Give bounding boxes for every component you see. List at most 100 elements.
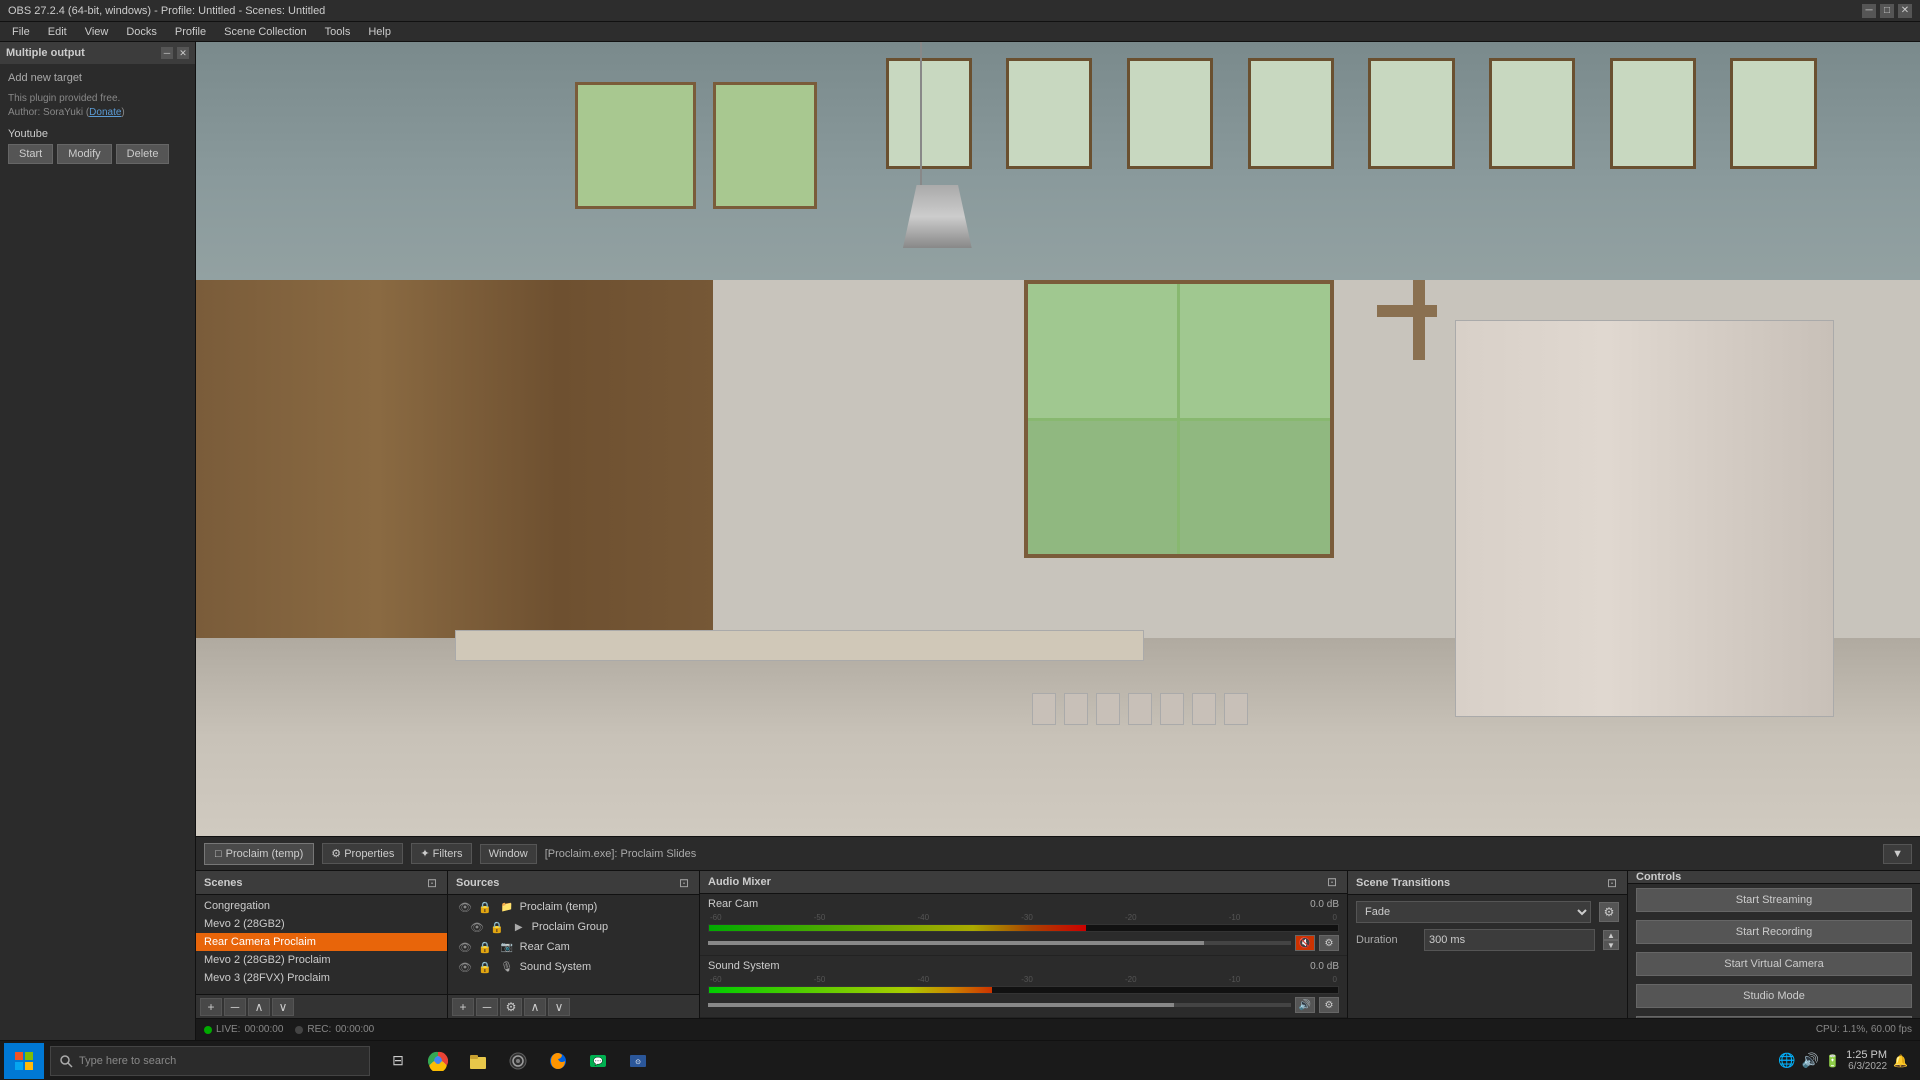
scene-up-button[interactable]: ∧: [248, 998, 270, 1016]
rec-time: 00:00:00: [335, 1024, 374, 1035]
file-explorer-button[interactable]: [460, 1043, 496, 1079]
scene-add-button[interactable]: +: [200, 998, 222, 1016]
start-streaming-button[interactable]: Start Streaming: [1636, 888, 1912, 912]
church-window-8: [1489, 58, 1575, 169]
youtube-delete-button[interactable]: Delete: [116, 144, 170, 164]
audio-track-name: Rear Cam: [708, 898, 758, 910]
pendant-light-1: [920, 42, 922, 185]
obs-button[interactable]: [500, 1043, 536, 1079]
studio-mode-button[interactable]: Studio Mode: [1636, 984, 1912, 1008]
start-virtual-camera-button[interactable]: Start Virtual Camera: [1636, 952, 1912, 976]
source-dropdown-button[interactable]: ▼: [1883, 844, 1912, 864]
audio-mute-button[interactable]: 🔊: [1295, 997, 1315, 1013]
source-down-button[interactable]: ∨: [548, 998, 570, 1016]
taskbar-time: 1:25 PM: [1846, 1049, 1887, 1061]
task-view-button[interactable]: ⊟: [380, 1043, 416, 1079]
scene-item[interactable]: Congregation: [196, 897, 447, 915]
menu-docks[interactable]: Docks: [118, 24, 165, 40]
start-button[interactable]: [4, 1043, 44, 1079]
youtube-modify-button[interactable]: Modify: [57, 144, 111, 164]
transition-gear-button[interactable]: ⚙: [1599, 902, 1619, 922]
menu-scene-collection[interactable]: Scene Collection: [216, 24, 315, 40]
properties-button[interactable]: ⚙ Properties: [322, 843, 403, 864]
plugin-close-button[interactable]: ✕: [177, 47, 189, 59]
source-settings-button[interactable]: ⚙: [500, 998, 522, 1016]
transition-duration-input[interactable]: [1424, 929, 1595, 951]
plugin-pin-button[interactable]: ─: [161, 47, 173, 59]
transitions-expand-button[interactable]: ⊡: [1605, 876, 1619, 890]
source-item[interactable]: 👁 🔒 📷 Rear Cam: [448, 937, 699, 957]
proclaim-temp-tab[interactable]: □ Proclaim (temp): [204, 843, 314, 865]
minimize-button[interactable]: ─: [1862, 4, 1876, 18]
transition-duration-down[interactable]: ▼: [1603, 940, 1619, 950]
volume-icon[interactable]: 🔊: [1802, 1052, 1819, 1069]
menu-file[interactable]: File: [4, 24, 38, 40]
audio-settings-button[interactable]: ⚙: [1319, 997, 1339, 1013]
transition-type-select[interactable]: Fade Cut Swipe Slide: [1356, 901, 1591, 923]
source-lock-button[interactable]: 🔒: [488, 921, 506, 934]
church-window-1: [575, 82, 696, 209]
plugin-title: Multiple output: [6, 47, 85, 59]
audio-track-sound-system: Sound System 0.0 dB -60-50-40-30-20-100 …: [700, 956, 1347, 1018]
svg-text:💬: 💬: [593, 1056, 603, 1066]
transition-duration-up[interactable]: ▲: [1603, 930, 1619, 940]
source-eye-button[interactable]: 👁: [468, 921, 486, 934]
restore-button[interactable]: □: [1880, 4, 1894, 18]
sources-expand-button[interactable]: ⊡: [677, 876, 691, 890]
system-app-button[interactable]: ⊙: [620, 1043, 656, 1079]
messages-button[interactable]: 💬: [580, 1043, 616, 1079]
menu-tools[interactable]: Tools: [317, 24, 359, 40]
source-add-button[interactable]: +: [452, 998, 474, 1016]
notification-area[interactable]: 🔔: [1893, 1054, 1908, 1068]
source-eye-button[interactable]: 👁: [456, 941, 474, 954]
center-area: □ Proclaim (temp) ⚙ Properties ✦ Filters…: [196, 42, 1920, 1040]
scene-item[interactable]: Mevo 3 (28FVX) Proclaim: [196, 969, 447, 987]
window-button[interactable]: Window: [480, 844, 537, 864]
group-icon: ▶: [512, 920, 526, 934]
source-lock-button[interactable]: 🔒: [476, 961, 494, 974]
youtube-label: Youtube: [8, 128, 187, 140]
source-lock-button[interactable]: 🔒: [476, 901, 494, 914]
preview-image: [196, 42, 1920, 836]
source-up-button[interactable]: ∧: [524, 998, 546, 1016]
scene-remove-button[interactable]: ─: [224, 998, 246, 1016]
preview-area: [196, 42, 1920, 836]
donate-link[interactable]: Donate: [89, 107, 121, 118]
scene-down-button[interactable]: ∨: [272, 998, 294, 1016]
scene-item[interactable]: Mevo 2 (28GB2): [196, 915, 447, 933]
chrome-button[interactable]: [420, 1043, 456, 1079]
source-item[interactable]: 👁 🔒 ▶ Proclaim Group: [448, 917, 699, 937]
audio-mixer-expand-button[interactable]: ⊡: [1325, 875, 1339, 889]
audio-volume-slider[interactable]: [708, 941, 1291, 945]
menu-help[interactable]: Help: [360, 24, 399, 40]
scene-name-input[interactable]: [204, 936, 439, 948]
close-button[interactable]: ✕: [1898, 4, 1912, 18]
audio-mute-button[interactable]: 🔇: [1295, 935, 1315, 951]
source-remove-button[interactable]: ─: [476, 998, 498, 1016]
menu-view[interactable]: View: [77, 24, 117, 40]
taskbar-clock[interactable]: 1:25 PM 6/3/2022: [1846, 1049, 1887, 1072]
filters-button[interactable]: ✦ Filters: [411, 843, 471, 864]
source-eye-button[interactable]: 👁: [456, 961, 474, 974]
scene-item[interactable]: Mevo 2 (28GB2) Proclaim: [196, 951, 447, 969]
menu-edit[interactable]: Edit: [40, 24, 75, 40]
menu-profile[interactable]: Profile: [167, 24, 214, 40]
svg-text:⊙: ⊙: [635, 1059, 641, 1066]
scene-item-active[interactable]: [196, 933, 447, 951]
youtube-start-button[interactable]: Start: [8, 144, 53, 164]
camera-icon: 📷: [500, 940, 514, 954]
audio-settings-button[interactable]: ⚙: [1319, 935, 1339, 951]
audio-controls: 🔊 ⚙: [708, 997, 1339, 1013]
firefox-button[interactable]: [540, 1043, 576, 1079]
transitions-header: Scene Transitions ⊡: [1348, 871, 1627, 895]
taskbar-search-box[interactable]: Type here to search: [50, 1046, 370, 1076]
source-item[interactable]: 👁 🔒 🎙 Sound System: [448, 957, 699, 977]
source-item[interactable]: 👁 🔒 📁 Proclaim (temp): [448, 897, 699, 917]
source-eye-button[interactable]: 👁: [456, 901, 474, 914]
add-new-target-button[interactable]: Add new target: [8, 72, 187, 84]
source-lock-button[interactable]: 🔒: [476, 941, 494, 954]
taskbar: Type here to search ⊟: [0, 1040, 1920, 1080]
audio-volume-slider[interactable]: [708, 1003, 1291, 1007]
start-recording-button[interactable]: Start Recording: [1636, 920, 1912, 944]
scenes-expand-button[interactable]: ⊡: [425, 876, 439, 890]
